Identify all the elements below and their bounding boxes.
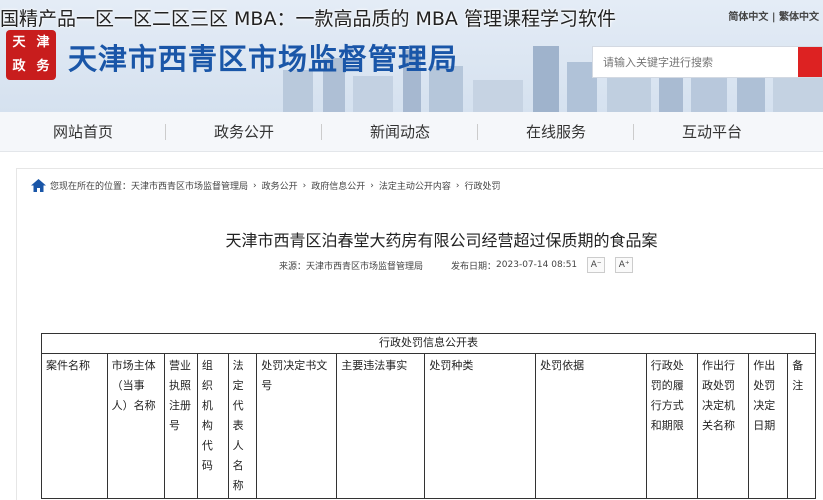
search-button[interactable]	[798, 47, 822, 77]
table-header-cell: 处罚依据	[535, 353, 647, 499]
article-meta: 来源： 天津市西青区市场监督管理局 发布日期： 2023-07-14 08:51…	[279, 257, 634, 273]
date-value: 2023-07-14 08:51	[496, 260, 578, 270]
table-header-cell: 作出处罚决定日期	[748, 353, 789, 499]
breadcrumb-link-bureau[interactable]: 天津市西青区市场监督管理局	[131, 179, 248, 192]
main-nav: 网站首页 政务公开 新闻动态 在线服务 互动平台	[0, 112, 823, 152]
breadcrumb-separator: ›	[302, 180, 307, 191]
search-box	[592, 46, 823, 78]
penalty-info-table: 行政处罚信息公开表 案件名称 市场主体（当事人）名称 营业执照注册号 组织机构代…	[41, 333, 816, 499]
breadcrumb-link-penalty[interactable]: 行政处罚	[465, 179, 501, 192]
table-header-cell: 案件名称	[41, 353, 108, 499]
article-title: 天津市西青区泊春堂大药房有限公司经营超过保质期的食品案	[225, 231, 658, 250]
table-header-cell: 组织机构代码	[196, 353, 229, 499]
table-header-cell: 作出行政处罚决定机关名称	[697, 353, 750, 499]
date-label: 发布日期：	[451, 261, 497, 272]
table-header-cell: 主要违法事实	[336, 353, 426, 499]
source-label: 来源：	[279, 261, 307, 272]
source-value: 天津市西青区市场监督管理局	[306, 261, 424, 272]
breadcrumb-separator: ›	[370, 180, 374, 191]
breadcrumb-link-info-disclosure[interactable]: 政府信息公开	[311, 179, 365, 192]
home-icon	[31, 179, 46, 192]
breadcrumb-separator: ›	[253, 180, 257, 191]
breadcrumb-separator: ›	[455, 180, 460, 191]
nav-item-government-affairs[interactable]: 政务公开	[166, 112, 322, 151]
breadcrumb-link-statutory-content[interactable]: 法定主动公开内容	[379, 179, 451, 192]
font-decrease-button[interactable]: A⁻	[587, 257, 606, 273]
site-title[interactable]: 天津市西青区市场监督管理局	[68, 36, 458, 78]
breadcrumb-link-government-affairs[interactable]: 政务公开	[262, 179, 298, 192]
table-header-cell: 处罚种类	[424, 353, 537, 499]
breadcrumb-prefix: 您现在所在的位置：	[50, 182, 132, 192]
table-header-cell: 处罚决定书文号	[256, 353, 338, 499]
table-header-row: 案件名称 市场主体（当事人）名称 营业执照注册号 组织机构代码 法定代表人名称 …	[41, 353, 816, 499]
table-header-cell: 营业执照注册号	[164, 353, 198, 499]
agency-logo[interactable]: 天津 政务	[6, 30, 56, 80]
table-header-cell: 备注	[787, 353, 816, 499]
breadcrumb: 您现在所在的位置： 天津市西青区市场监督管理局 › 政务公开 › 政府信息公开 …	[31, 179, 501, 192]
content-panel: 您现在所在的位置： 天津市西青区市场监督管理局 › 政务公开 › 政府信息公开 …	[16, 168, 823, 500]
table-header-cell: 行政处罚的履行方式和期限	[645, 353, 699, 499]
table-header-cell: 市场主体（当事人）名称	[106, 353, 166, 499]
nav-item-news[interactable]: 新闻动态	[322, 112, 478, 151]
nav-item-interaction[interactable]: 互动平台	[634, 112, 790, 151]
nav-item-online-service[interactable]: 在线服务	[478, 112, 634, 151]
table-caption: 行政处罚信息公开表	[41, 333, 816, 354]
overlay-title: 国精产品一区一区二区三区 MBA：一款高品质的 MBA 管理课程学习软件	[0, 8, 616, 30]
nav-item-home[interactable]: 网站首页	[0, 112, 166, 151]
font-increase-button[interactable]: A⁺	[615, 257, 634, 273]
table-header-cell: 法定代表人名称	[227, 353, 258, 499]
language-links[interactable]: 简体中文 | 繁体中文	[728, 8, 819, 23]
search-input[interactable]	[593, 47, 793, 77]
